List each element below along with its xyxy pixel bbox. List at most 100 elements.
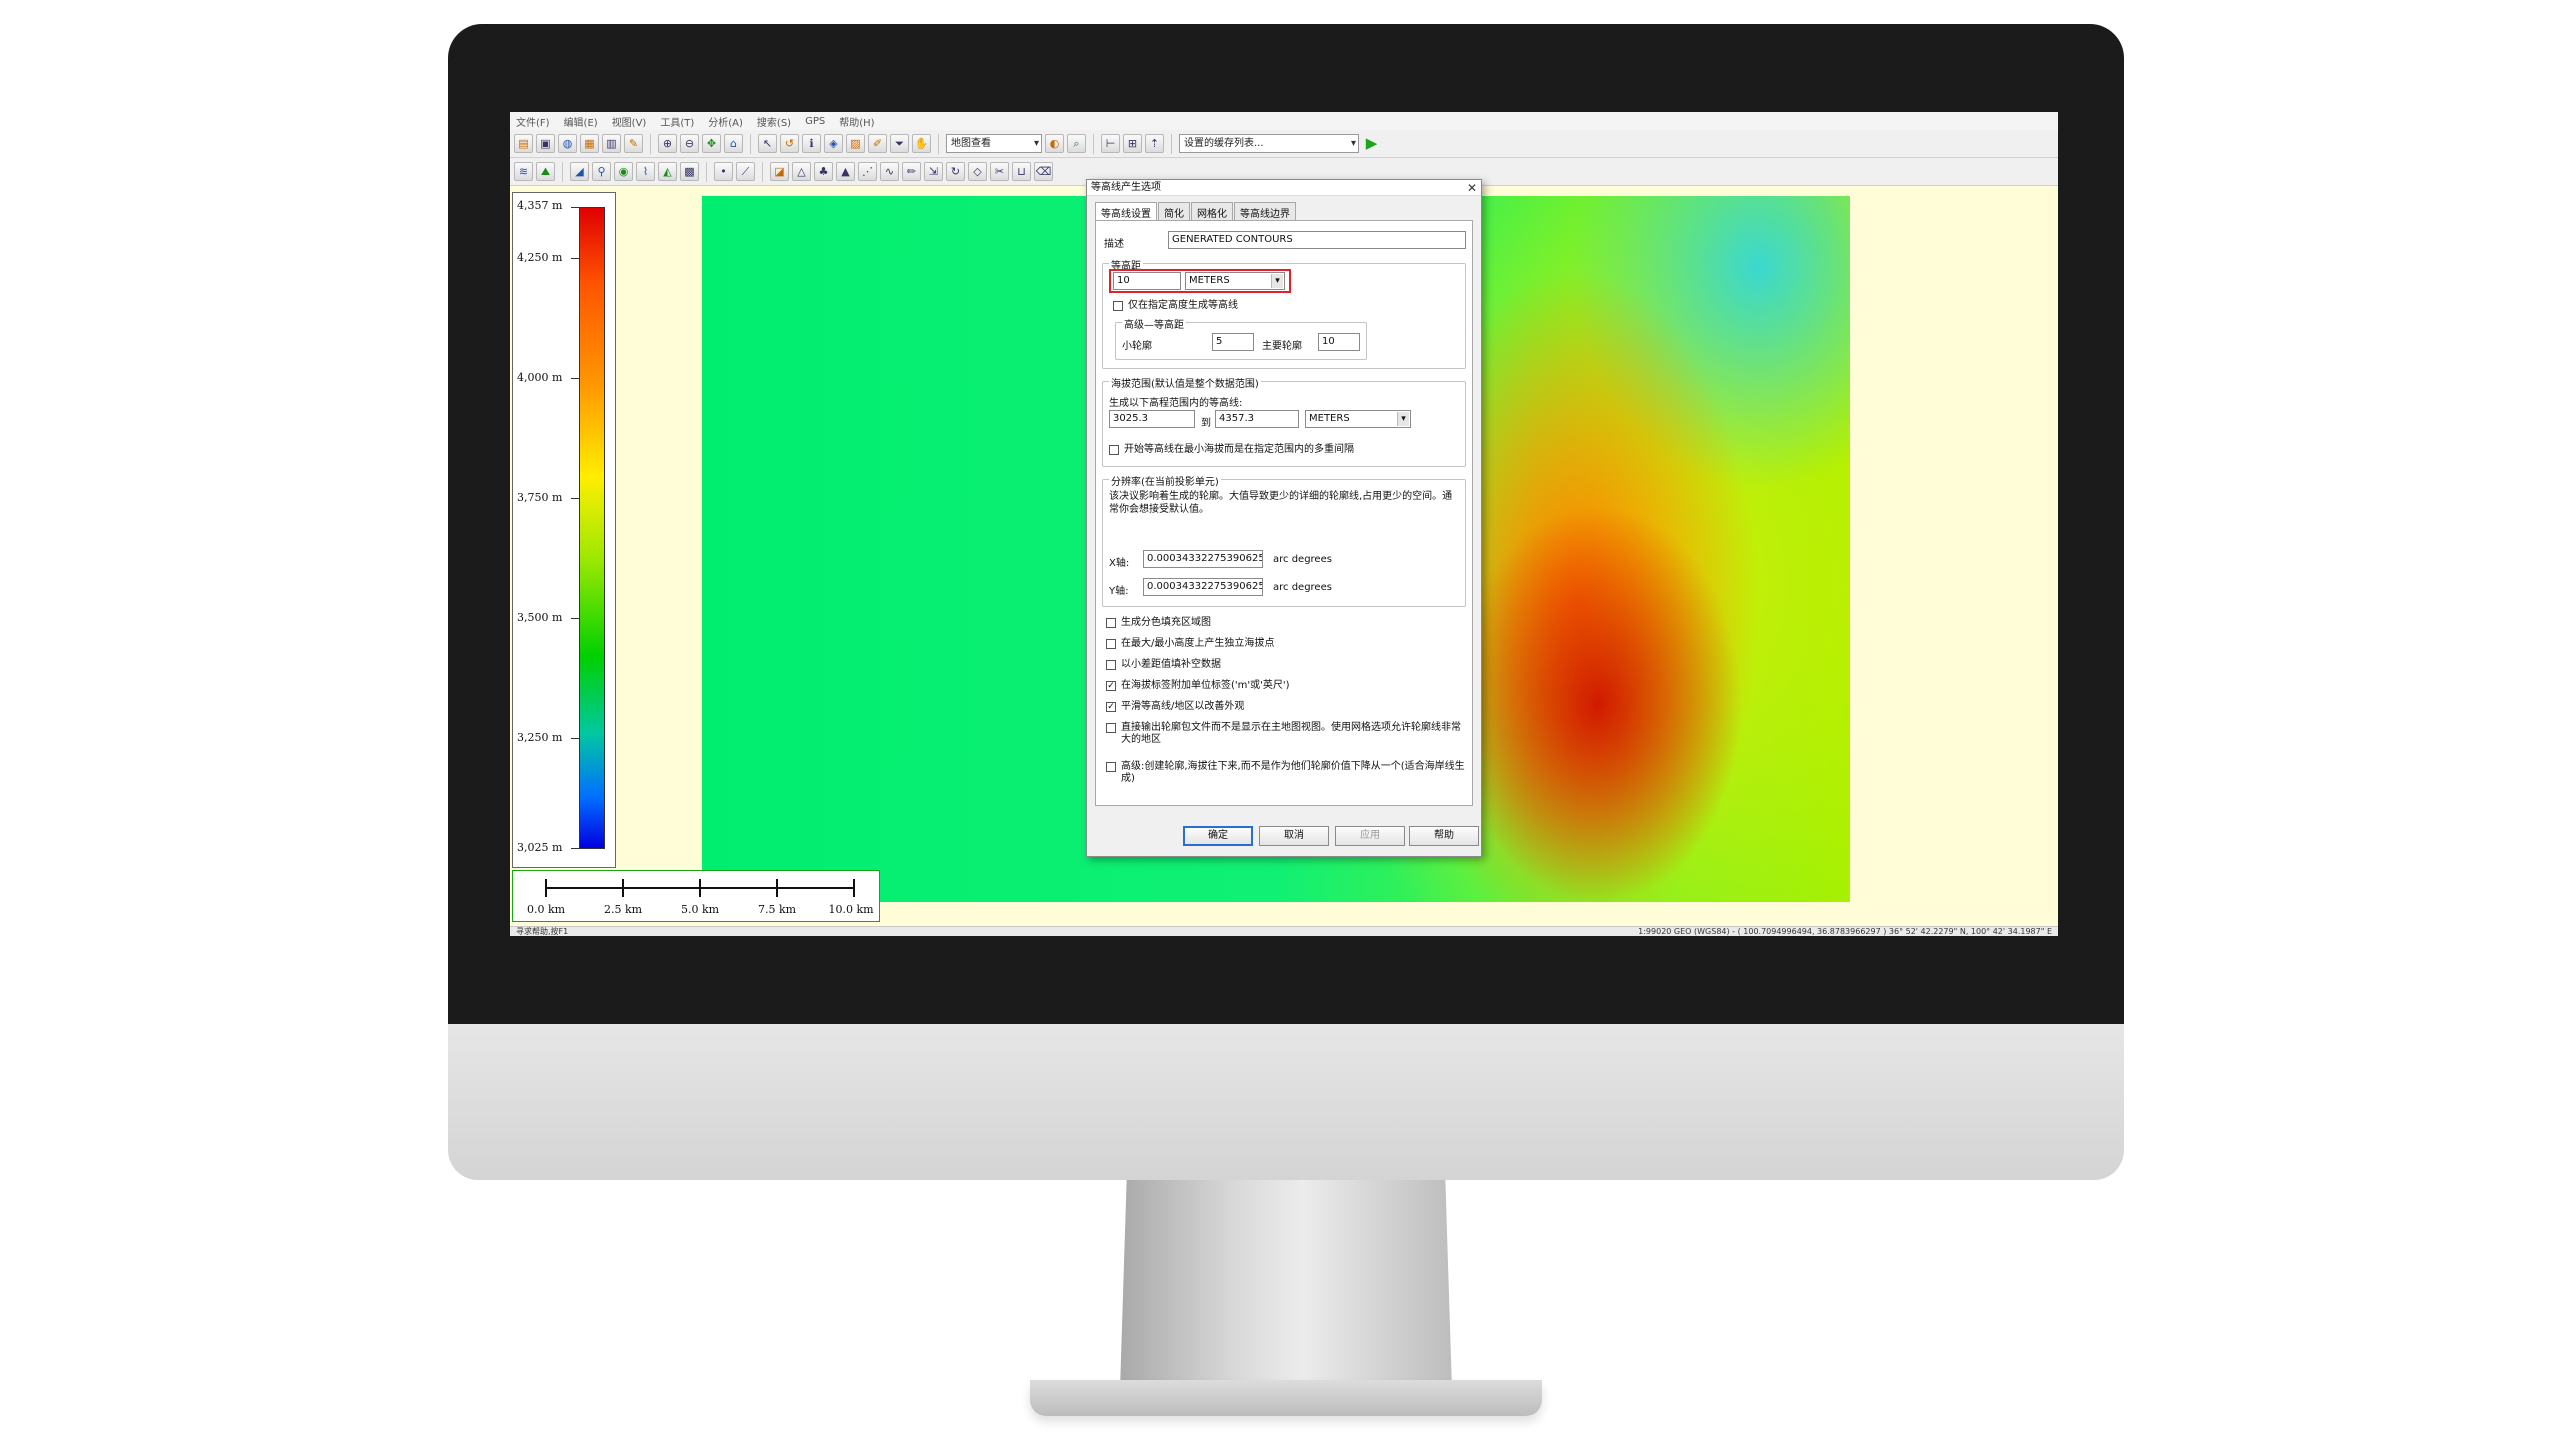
layers-icon[interactable]: ◈ bbox=[824, 134, 843, 153]
range-unit-select[interactable]: METERS ▾ bbox=[1305, 410, 1411, 428]
description-label: 描述 bbox=[1104, 239, 1124, 250]
tab-contour-bounds[interactable]: 等高线边界 bbox=[1234, 202, 1296, 220]
tree-icon[interactable]: ♣ bbox=[814, 162, 833, 181]
arrow-up-icon[interactable]: ⇡ bbox=[1145, 134, 1164, 153]
elevation-legend: 4,357 m 4,250 m 4,000 m 3,750 m 3,500 m … bbox=[512, 192, 616, 868]
text-icon[interactable]: ▨ bbox=[846, 134, 865, 153]
advanced-interval-group: 高级—等高距 小轮廓 5 主要轮廓 10 bbox=[1115, 316, 1367, 360]
select-icon[interactable]: ↖ bbox=[758, 134, 777, 153]
menu-analysis[interactable]: 分析(A) bbox=[708, 114, 743, 129]
menu-help[interactable]: 帮助(H) bbox=[839, 114, 874, 129]
tab-gridding[interactable]: 网格化 bbox=[1191, 202, 1233, 220]
shade-icon[interactable]: ◭ bbox=[658, 162, 677, 181]
checkbox-box bbox=[1113, 301, 1123, 311]
measure-icon[interactable]: ↺ bbox=[780, 134, 799, 153]
contour-icon[interactable]: ≋ bbox=[514, 162, 533, 181]
feature-icon[interactable]: △ bbox=[792, 162, 811, 181]
save-icon[interactable]: ▣ bbox=[536, 134, 555, 153]
menu-gps[interactable]: GPS bbox=[805, 116, 825, 127]
menu-file[interactable]: 文件(F) bbox=[516, 114, 550, 129]
edit-icon[interactable]: ✏ bbox=[902, 162, 921, 181]
home-icon[interactable]: ⌂ bbox=[724, 134, 743, 153]
open-icon[interactable]: ▤ bbox=[514, 134, 533, 153]
checkbox-label: 仅在指定高度生成等高线 bbox=[1128, 300, 1238, 311]
description-input[interactable]: GENERATED CONTOURS bbox=[1168, 231, 1466, 249]
x-resolution-input[interactable]: 0.00034332275390625 bbox=[1143, 550, 1263, 568]
terrain-icon[interactable]: ⛰ bbox=[536, 162, 555, 181]
color-ramp bbox=[579, 207, 605, 849]
menu-edit[interactable]: 编辑(E) bbox=[564, 114, 598, 129]
layer-combo[interactable]: 地图查看 bbox=[946, 134, 1042, 153]
checkbox-box: ✓ bbox=[1106, 702, 1116, 712]
dialog-tabs: 等高线设置 简化 网格化 等高线边界 bbox=[1095, 202, 1297, 221]
path-icon[interactable]: ⊞ bbox=[1123, 134, 1142, 153]
river-icon[interactable]: ∿ bbox=[880, 162, 899, 181]
slope-icon[interactable]: ◢ bbox=[570, 162, 589, 181]
merge-icon[interactable]: ⊔ bbox=[1012, 162, 1031, 181]
pan-icon[interactable]: ✥ bbox=[702, 134, 721, 153]
area-icon[interactable]: ◪ bbox=[770, 162, 789, 181]
status-help-text: 寻求帮助,按F1 bbox=[516, 927, 569, 936]
line-icon[interactable]: ⟋ bbox=[736, 162, 755, 181]
only-specified-checkbox[interactable]: 仅在指定高度生成等高线 bbox=[1113, 300, 1238, 312]
globe-icon[interactable]: ◍ bbox=[558, 134, 577, 153]
monitor-chin bbox=[448, 1024, 2124, 1180]
option-fill-checkbox[interactable]: 生成分色填充区域图 bbox=[1106, 617, 1466, 629]
grid-icon[interactable]: ▥ bbox=[602, 134, 621, 153]
menu-search[interactable]: 搜索(S) bbox=[757, 114, 791, 129]
option-advanced-checkbox[interactable]: 高级:创建轮廓,海拔往下来,而不是作为他们轮廓价值下降从一个(适合海岸线生成) bbox=[1106, 761, 1466, 785]
app-screen: 文件(F) 编辑(E) 视图(V) 工具(T) 分析(A) 搜索(S) GPS … bbox=[510, 112, 2058, 936]
checkbox-box bbox=[1106, 723, 1116, 733]
play-icon[interactable]: ▶ bbox=[1362, 134, 1381, 153]
cursor-icon[interactable]: ⊢ bbox=[1101, 134, 1120, 153]
filter-icon[interactable]: ⏷ bbox=[890, 134, 909, 153]
option-direct-export-checkbox[interactable]: 直接输出轮廓包文件而不是显示在主地图视图。使用网格选项允许轮廓线非常大的地区 bbox=[1106, 722, 1466, 746]
erase-icon[interactable]: ⌫ bbox=[1034, 162, 1053, 181]
ok-button[interactable]: 确定 bbox=[1183, 826, 1253, 846]
building-icon[interactable]: ▲ bbox=[836, 162, 855, 181]
search-icon[interactable]: ⌕ bbox=[1067, 134, 1086, 153]
zoom-in-icon[interactable]: ⊕ bbox=[658, 134, 677, 153]
info-icon[interactable]: ℹ bbox=[802, 134, 821, 153]
point-icon[interactable]: • bbox=[714, 162, 733, 181]
option-smooth-checkbox[interactable]: ✓ 平滑等高线/地区以改善外观 bbox=[1106, 701, 1466, 713]
tab-contour-settings[interactable]: 等高线设置 bbox=[1095, 202, 1157, 221]
move-icon[interactable]: ⇲ bbox=[924, 162, 943, 181]
close-icon[interactable]: ✕ bbox=[1467, 180, 1477, 196]
apply-button[interactable]: 应用 bbox=[1335, 826, 1405, 846]
help-button[interactable]: 帮助 bbox=[1409, 826, 1479, 846]
mesh-icon[interactable]: ▩ bbox=[680, 162, 699, 181]
menu-view[interactable]: 视图(V) bbox=[612, 114, 647, 129]
profile-icon[interactable]: ⌇ bbox=[636, 162, 655, 181]
watershed-icon[interactable]: ⚲ bbox=[592, 162, 611, 181]
tool-icon[interactable]: ✎ bbox=[624, 134, 643, 153]
legend-tick bbox=[571, 378, 579, 379]
cancel-button[interactable]: 取消 bbox=[1259, 826, 1329, 846]
option-unit-label-checkbox[interactable]: ✓ 在海拔标签附加单位标签('m'或'英尺') bbox=[1106, 680, 1466, 692]
range-from-input[interactable]: 3025.3 bbox=[1109, 410, 1195, 428]
chevron-down-icon: ▾ bbox=[1397, 412, 1409, 426]
range-to-input[interactable]: 4357.3 bbox=[1215, 410, 1299, 428]
menu-tools[interactable]: 工具(T) bbox=[660, 114, 694, 129]
hand-icon[interactable]: ✋ bbox=[912, 134, 931, 153]
monitor-stand-neck bbox=[1120, 1180, 1452, 1390]
image-icon[interactable]: ▦ bbox=[580, 134, 599, 153]
minor-contour-input[interactable]: 5 bbox=[1212, 333, 1254, 351]
road-icon[interactable]: ⋰ bbox=[858, 162, 877, 181]
toolbar-separator bbox=[1093, 133, 1094, 154]
scale-tick bbox=[545, 879, 547, 897]
range-start-checkbox[interactable]: 开始等高线在最小海拔而是在指定范围内的多重间隔 bbox=[1109, 444, 1354, 456]
zoom-out-icon[interactable]: ⊖ bbox=[680, 134, 699, 153]
vertex-icon[interactable]: ◇ bbox=[968, 162, 987, 181]
globe2-icon[interactable]: ◐ bbox=[1045, 134, 1064, 153]
draw-icon[interactable]: ✐ bbox=[868, 134, 887, 153]
major-contour-input[interactable]: 10 bbox=[1318, 333, 1360, 351]
split-icon[interactable]: ✂ bbox=[990, 162, 1009, 181]
rotate-icon[interactable]: ↻ bbox=[946, 162, 965, 181]
option-fill-gaps-checkbox[interactable]: 以小差距值填补空数据 bbox=[1106, 659, 1466, 671]
option-spot-heights-checkbox[interactable]: 在最大/最小高度上产生独立海拔点 bbox=[1106, 638, 1466, 650]
workspace-combo[interactable]: 设置的缓存列表... bbox=[1179, 134, 1359, 153]
tab-simplify[interactable]: 简化 bbox=[1158, 202, 1190, 220]
viewshed-icon[interactable]: ◉ bbox=[614, 162, 633, 181]
y-resolution-input[interactable]: 0.00034332275390625 bbox=[1143, 578, 1263, 596]
